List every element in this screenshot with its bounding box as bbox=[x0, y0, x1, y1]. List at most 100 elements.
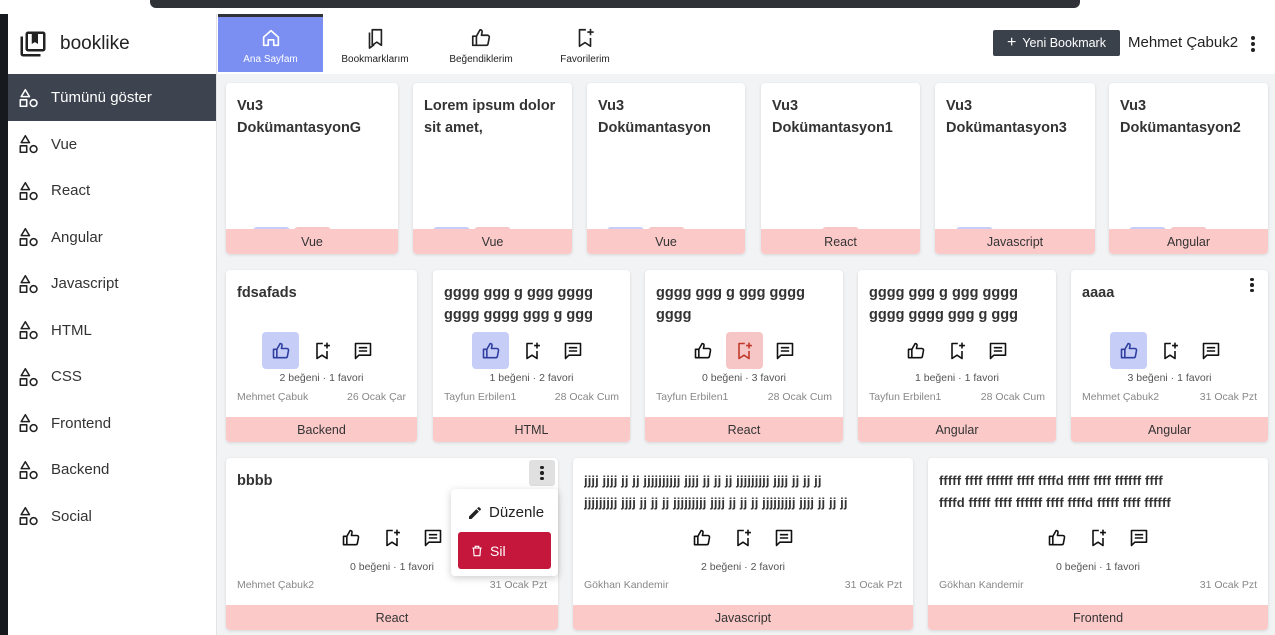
card-title: fdsafads bbox=[237, 285, 297, 301]
sidebar-item-label: CSS bbox=[51, 368, 82, 386]
bookmark-card[interactable]: gggg ggg g ggg gggg gggg gggg ggg g ggg 1… bbox=[433, 270, 630, 442]
sidebar-item-backend[interactable]: Backend bbox=[8, 447, 216, 494]
bookmark-card[interactable]: fffff ffff ffffff ffff ffffd fffff ffff … bbox=[928, 458, 1268, 630]
brand-logo[interactable]: booklike bbox=[8, 14, 216, 74]
window-left-edge bbox=[0, 14, 8, 635]
comment-button[interactable] bbox=[1192, 332, 1229, 369]
card-author[interactable]: Tayfun Erbilen1 bbox=[444, 391, 516, 403]
card-category[interactable]: Javascript bbox=[573, 605, 913, 630]
card-author[interactable]: Gökhan Kandemir bbox=[584, 579, 669, 591]
card-category[interactable]: Backend bbox=[226, 417, 417, 442]
card-category[interactable]: Vue bbox=[587, 229, 745, 254]
like-button[interactable] bbox=[472, 332, 509, 369]
bookmark-card[interactable]: Lorem ipsum dolor sit amet,3 beğeni · 2 … bbox=[413, 83, 572, 254]
category-shapes-icon bbox=[18, 273, 51, 295]
bookmark-card[interactable]: Vu3 Dokümantasyon11 beğeni · 3 favoriMeh… bbox=[761, 83, 920, 254]
card-author[interactable]: Tayfun Erbilen1 bbox=[656, 391, 728, 403]
comment-button[interactable] bbox=[980, 332, 1017, 369]
trash-icon bbox=[472, 545, 482, 556]
bookmark-card[interactable]: Vu3 Dokümantasyon32 beğeni · 2 favoriMeh… bbox=[935, 83, 1095, 254]
sidebar-item-label: Angular bbox=[51, 228, 103, 246]
bookmark-card[interactable]: aaaa 3 beğeni · 1 favori Mehmet Çabuk2 31 O… bbox=[1071, 270, 1268, 442]
comment-button[interactable] bbox=[766, 519, 803, 556]
card-category[interactable]: Frontend bbox=[928, 605, 1268, 630]
sidebar-item-vue[interactable]: Vue bbox=[8, 121, 216, 168]
like-button[interactable] bbox=[685, 332, 722, 369]
comment-button[interactable] bbox=[415, 519, 452, 556]
sidebar-item-tümünü-göster[interactable]: Tümünü göster bbox=[8, 74, 216, 121]
bookmark-card[interactable]: Vu3 DokümantasyonG2 beğeni · 3 favoriGök… bbox=[226, 83, 398, 254]
card-category[interactable]: Angular bbox=[1109, 229, 1268, 254]
bookmark-card[interactable]: fdsafads 2 beğeni · 1 favori Mehmet Çabuk 2… bbox=[226, 270, 417, 442]
card-category[interactable]: React bbox=[645, 417, 843, 442]
card-menu-icon[interactable] bbox=[1239, 272, 1265, 298]
tab-begendiklerim[interactable]: Beğendiklerim bbox=[433, 14, 529, 72]
card-stats: 2 beğeni · 2 favori bbox=[700, 561, 786, 573]
card-category[interactable]: Javascript bbox=[935, 229, 1095, 254]
bookmark-card[interactable]: Vu3 Dokümantasyon2 beğeni · 2 favoriTayf… bbox=[587, 83, 745, 254]
bookmark-card[interactable]: jjjj jjjj jj jj jjjjjjjjjj jjjj jj jj jj… bbox=[573, 458, 913, 630]
delete-menu-item[interactable]: Sil bbox=[458, 532, 551, 569]
favorite-button[interactable] bbox=[513, 332, 550, 369]
sidebar-item-frontend[interactable]: Frontend bbox=[8, 400, 216, 447]
card-category[interactable]: Vue bbox=[413, 229, 572, 254]
card-category[interactable]: Angular bbox=[858, 417, 1056, 442]
comment-button[interactable] bbox=[344, 332, 381, 369]
comment-button[interactable] bbox=[767, 332, 804, 369]
bookmark-card[interactable]: gggg ggg g ggg gggg gggg gggg ggg g ggg 1… bbox=[858, 270, 1056, 442]
delete-label: Sil bbox=[490, 542, 506, 559]
card-actions bbox=[858, 332, 1056, 369]
card-author[interactable]: Gökhan Kandemir bbox=[939, 579, 1024, 591]
sidebar-item-html[interactable]: HTML bbox=[8, 307, 216, 354]
card-title: Vu3 Dokümantasyon2 bbox=[1120, 98, 1241, 136]
comment-button[interactable] bbox=[1121, 519, 1158, 556]
user-menu-icon[interactable] bbox=[1247, 34, 1259, 54]
category-shapes-icon bbox=[18, 366, 51, 388]
category-shapes-icon bbox=[18, 459, 51, 481]
sidebar-item-react[interactable]: React bbox=[8, 168, 216, 215]
bookmark-card[interactable]: Vu3 Dokümantasyon22 beğeni · 3 favoriTay… bbox=[1109, 83, 1268, 254]
category-shapes-icon bbox=[18, 505, 51, 527]
edit-menu-item[interactable]: Düzenle bbox=[467, 504, 544, 521]
user-name[interactable]: Mehmet Çabuk2 bbox=[1128, 34, 1238, 51]
card-author[interactable]: Mehmet Çabuk2 bbox=[237, 579, 314, 591]
card-category[interactable]: React bbox=[761, 229, 920, 254]
like-button[interactable] bbox=[333, 519, 370, 556]
favorite-button[interactable] bbox=[1080, 519, 1117, 556]
home-icon bbox=[262, 29, 279, 47]
favorite-button[interactable] bbox=[939, 332, 976, 369]
card-category[interactable]: HTML bbox=[433, 417, 630, 442]
comment-button[interactable] bbox=[554, 332, 591, 369]
card-author[interactable]: Mehmet Çabuk bbox=[237, 391, 308, 403]
card-author[interactable]: Mehmet Çabuk2 bbox=[1082, 391, 1159, 403]
like-button[interactable] bbox=[1110, 332, 1147, 369]
tab-ana-sayfam[interactable]: Ana Sayfam bbox=[218, 14, 323, 72]
card-menu-icon[interactable] bbox=[529, 460, 555, 486]
card-meta: Gökhan Kandemir 31 Ocak Pzt bbox=[939, 579, 1257, 591]
like-button[interactable] bbox=[684, 519, 721, 556]
favorite-button[interactable] bbox=[303, 332, 340, 369]
sidebar-item-css[interactable]: CSS bbox=[8, 354, 216, 401]
favorite-button[interactable] bbox=[374, 519, 411, 556]
bookmark-card[interactable]: gggg ggg g ggg gggg gggg 0 beğeni · 3 fav… bbox=[645, 270, 843, 442]
card-category[interactable]: Angular bbox=[1071, 417, 1268, 442]
favorite-button[interactable] bbox=[725, 332, 763, 369]
new-bookmark-button[interactable]: + Yeni Bookmark bbox=[993, 30, 1120, 56]
sidebar-item-javascript[interactable]: Javascript bbox=[8, 261, 216, 308]
like-button[interactable] bbox=[1039, 519, 1076, 556]
card-category[interactable]: Vue bbox=[226, 229, 398, 254]
like-button[interactable] bbox=[898, 332, 935, 369]
card-title: gggg ggg g ggg gggg gggg gggg ggg g ggg bbox=[869, 285, 1018, 323]
card-actions bbox=[226, 332, 417, 369]
sidebar-item-angular[interactable]: Angular bbox=[8, 214, 216, 261]
like-button[interactable] bbox=[262, 332, 299, 369]
tab-favorilerim[interactable]: Favorilerim bbox=[543, 14, 627, 72]
pencil-icon bbox=[469, 506, 482, 519]
card-stats: 1 beğeni · 1 favori bbox=[914, 372, 1000, 384]
card-author[interactable]: Tayfun Erbilen1 bbox=[869, 391, 941, 403]
favorite-button[interactable] bbox=[725, 519, 762, 556]
sidebar-item-social[interactable]: Social bbox=[8, 493, 216, 540]
favorite-button[interactable] bbox=[1151, 332, 1188, 369]
card-category[interactable]: React bbox=[226, 605, 558, 630]
tab-bookmarklarim[interactable]: Bookmarklarım bbox=[331, 14, 419, 72]
